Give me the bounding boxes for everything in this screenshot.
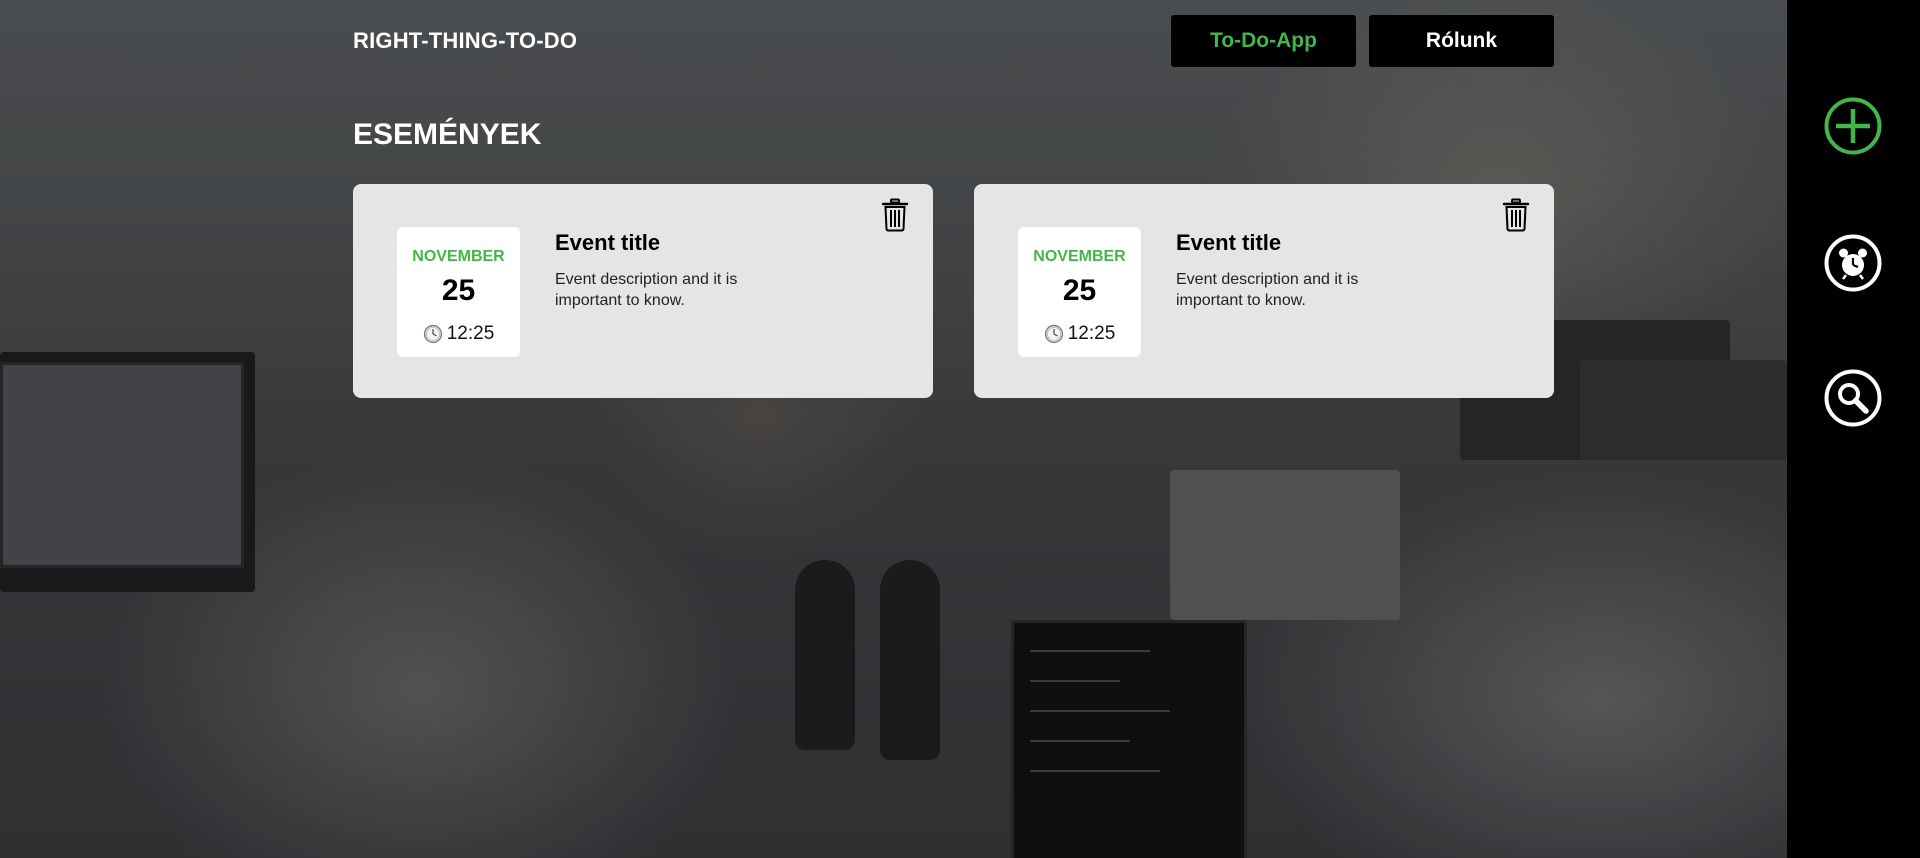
event-month: NOVEMBER	[412, 248, 505, 265]
page-title: ESEMÉNYEK	[353, 118, 542, 151]
clock-icon	[423, 324, 442, 344]
alarm-clock-icon[interactable]	[1824, 234, 1882, 292]
event-date-box: NOVEMBER 25 12:25	[1018, 227, 1141, 357]
add-circle-icon[interactable]	[1824, 97, 1882, 155]
event-day: 25	[441, 274, 476, 307]
nav-about-us-button[interactable]: Rólunk	[1369, 15, 1554, 67]
event-title: Event title	[1176, 230, 1282, 255]
brand-logo[interactable]: RIGHT-THING-TO-DO	[353, 28, 577, 54]
clock-icon	[1044, 324, 1063, 344]
event-time-label: 12:25	[1067, 323, 1116, 344]
nav-todo-app-button[interactable]: To-Do-App	[1171, 15, 1356, 67]
event-time: 12:25	[397, 323, 520, 345]
app-page: RIGHT-THING-TO-DO To-Do-App Rólunk ESEMÉ…	[0, 0, 1920, 858]
trash-icon[interactable]	[881, 198, 909, 232]
right-sidebar	[1787, 0, 1920, 858]
event-title: Event title	[555, 230, 661, 255]
search-icon[interactable]	[1824, 369, 1882, 427]
event-description: Event description and it is important to…	[1176, 271, 1359, 309]
event-month: NOVEMBER	[1033, 248, 1126, 265]
event-date-box: NOVEMBER 25 12:25	[397, 227, 520, 357]
event-day: 25	[1062, 274, 1097, 307]
trash-icon[interactable]	[1502, 198, 1530, 232]
event-time: 12:25	[1018, 323, 1141, 345]
background-dim-overlay	[0, 0, 1787, 858]
event-time-label: 12:25	[446, 323, 495, 344]
event-description: Event description and it is important to…	[555, 271, 738, 309]
event-card[interactable]: NOVEMBER 25 12:25 Event title Event desc…	[974, 184, 1554, 398]
event-card[interactable]: NOVEMBER 25 12:25 Event title Event desc…	[353, 184, 933, 398]
